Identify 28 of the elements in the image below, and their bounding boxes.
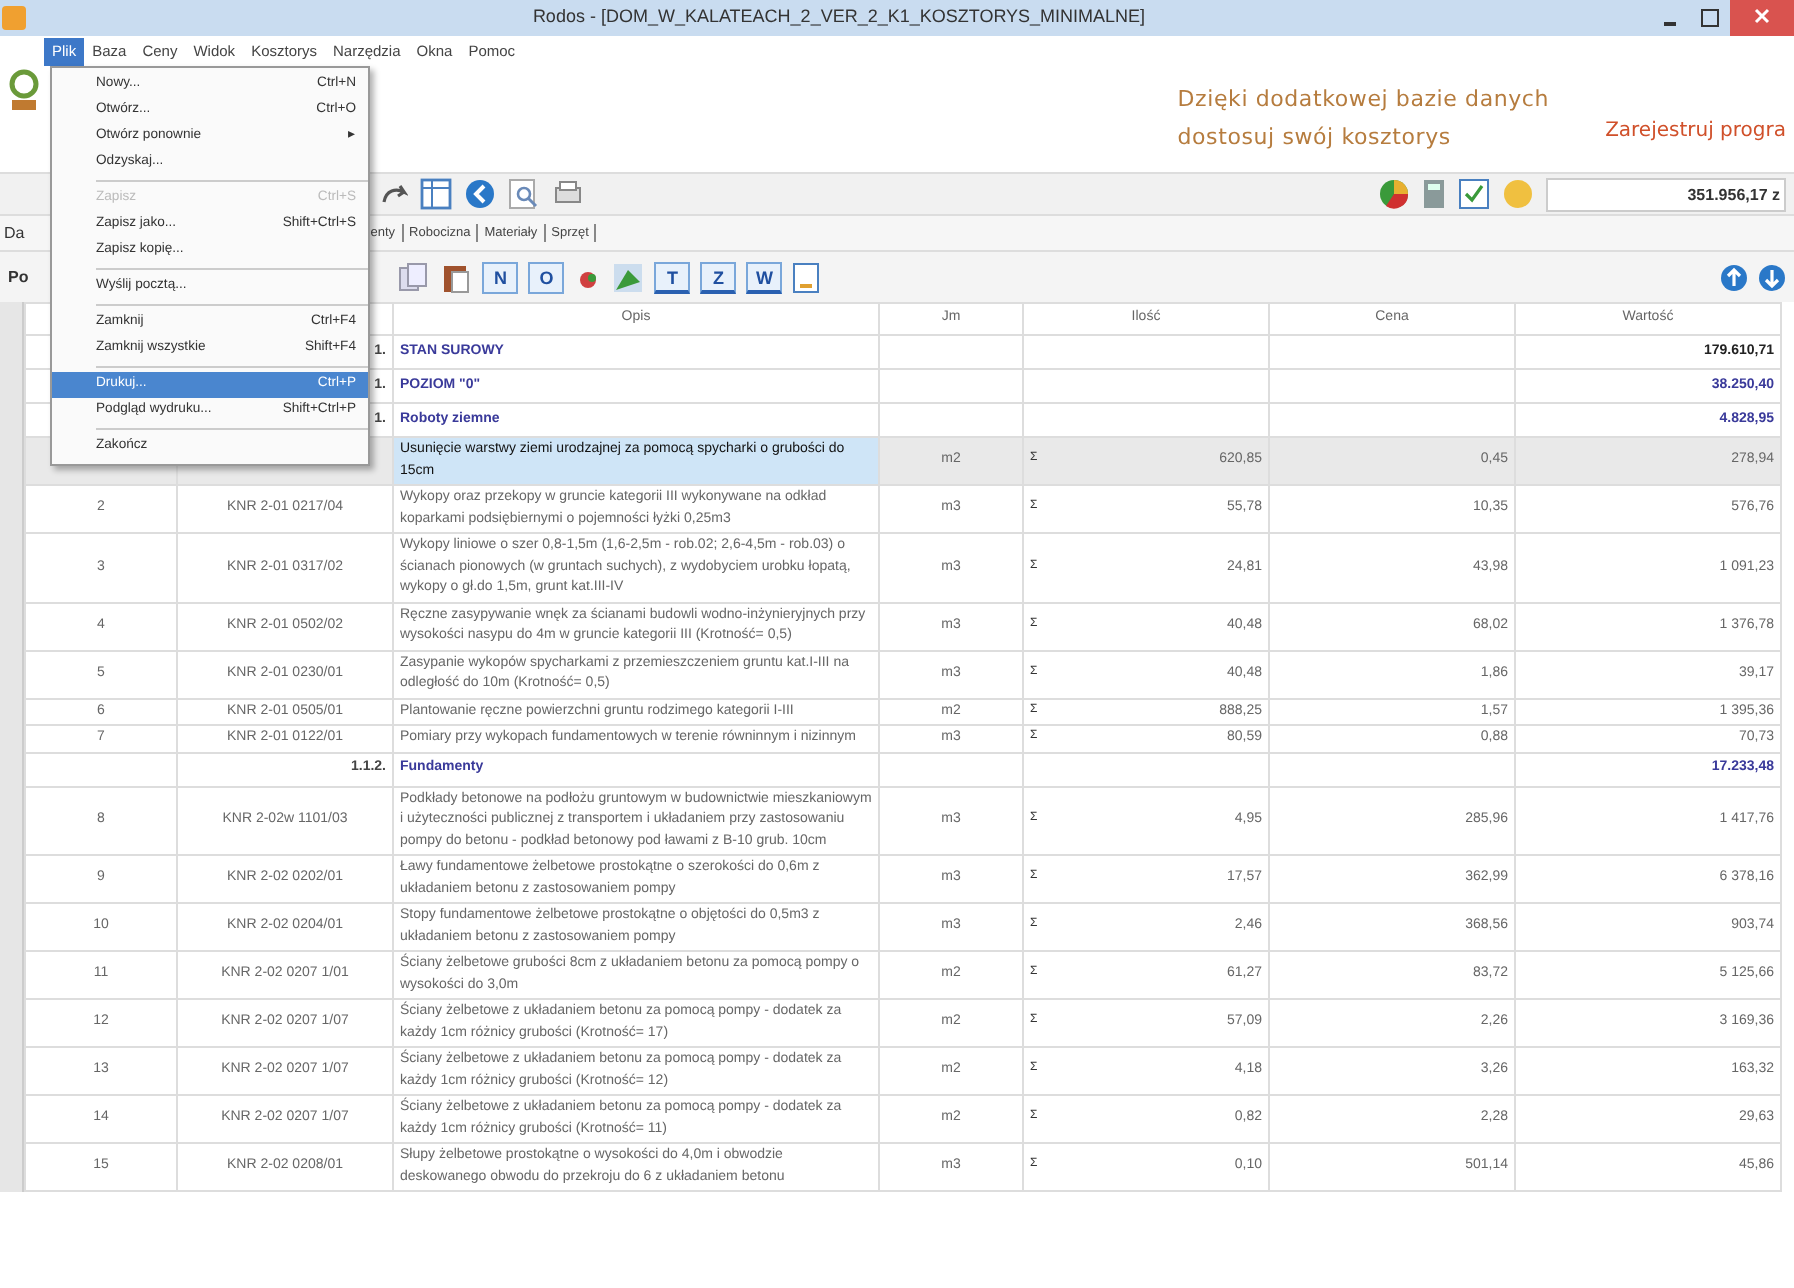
logo-icon (8, 68, 40, 112)
checklist-icon[interactable] (1458, 178, 1490, 210)
letter-button[interactable]: Z (700, 261, 737, 293)
tab-label: Da (4, 221, 25, 245)
close-icon (1754, 8, 1770, 25)
app-logo-icon (0, 4, 28, 32)
letter-button[interactable]: W (746, 261, 783, 293)
ad-text: Dzięki dodatkowej bazie danych (1177, 84, 1550, 116)
search-icon[interactable] (508, 178, 540, 210)
pie-chart-icon[interactable] (1378, 178, 1410, 210)
chart-icon[interactable] (612, 261, 645, 293)
letter-button[interactable]: N (482, 261, 519, 293)
window-title: Rodos - [DOM_W_KALATEACH_2_VER_2_K1_KOSZTORYS_MINIMALNE] (530, 4, 1148, 31)
down-arrow-icon[interactable] (1758, 263, 1786, 291)
letter-button[interactable]: T (654, 261, 691, 293)
window-layout-icon[interactable] (420, 178, 452, 210)
redo-arrow-icon[interactable] (380, 180, 408, 208)
register-link[interactable]: Zarejestruj progra (1605, 116, 1786, 172)
total-field: 351.956,17 z (1546, 177, 1786, 211)
copy-icon[interactable] (398, 261, 431, 293)
toolbar-label: Po (8, 265, 29, 289)
letter-button[interactable]: O (528, 261, 565, 293)
document-icon[interactable] (792, 261, 821, 293)
calculator-icon[interactable] (1422, 178, 1446, 210)
close-button[interactable] (1730, 0, 1794, 36)
paste-icon[interactable] (440, 261, 473, 293)
up-arrow-icon[interactable] (1720, 263, 1748, 291)
ad-text: dostosuj swój kosztorys (1177, 122, 1453, 154)
